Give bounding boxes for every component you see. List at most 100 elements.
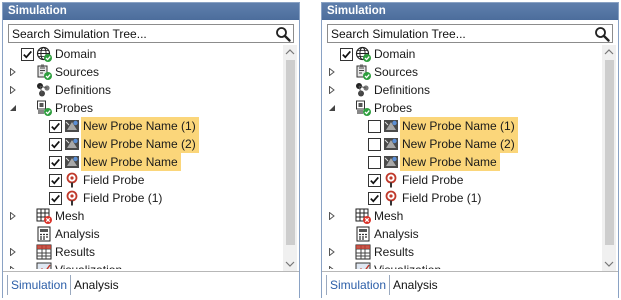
tree-item-label: Definitions bbox=[55, 83, 112, 97]
search-box[interactable] bbox=[327, 24, 613, 43]
collapse-arrow-icon[interactable] bbox=[328, 104, 336, 112]
expand-arrow-icon[interactable] bbox=[328, 86, 336, 94]
probes-icon bbox=[37, 100, 52, 116]
probe-icon bbox=[384, 138, 398, 150]
tree-item[interactable]: Mesh bbox=[324, 207, 602, 225]
tree-item[interactable]: Definitions bbox=[5, 81, 283, 99]
search-icon[interactable] bbox=[594, 26, 610, 42]
tree-item[interactable]: Visualization bbox=[324, 261, 602, 269]
scroll-up-icon[interactable] bbox=[283, 45, 297, 59]
panel-title: Simulation bbox=[3, 3, 299, 20]
tree-item-label: New Probe Name bbox=[81, 153, 181, 171]
tree-item[interactable]: Mesh bbox=[5, 207, 283, 225]
expand-arrow-icon[interactable] bbox=[328, 212, 336, 220]
scrollbar-thumb[interactable] bbox=[286, 60, 295, 245]
expand-arrow-icon[interactable] bbox=[9, 248, 17, 256]
probe-icon bbox=[384, 120, 398, 132]
checkbox[interactable] bbox=[21, 48, 34, 61]
globe-icon bbox=[36, 46, 52, 62]
expand-arrow-icon[interactable] bbox=[9, 266, 17, 269]
tab-analysis[interactable]: Analysis bbox=[390, 275, 441, 295]
tree-item[interactable]: New Probe Name (1) bbox=[324, 117, 602, 135]
tree-item[interactable]: Field Probe bbox=[5, 171, 283, 189]
vertical-scrollbar[interactable] bbox=[283, 45, 297, 271]
scrollbar-thumb[interactable] bbox=[605, 60, 614, 245]
tree-item-label: Sources bbox=[55, 65, 100, 79]
tree-item-label: Field Probe bbox=[83, 173, 145, 187]
tree-item-label: Field Probe bbox=[402, 173, 464, 187]
tree-item-label: Results bbox=[374, 245, 415, 259]
tree-item[interactable]: New Probe Name bbox=[324, 153, 602, 171]
tree-item[interactable]: Visualization bbox=[5, 261, 283, 269]
tree-item-label: Field Probe (1) bbox=[83, 191, 163, 205]
tab-simulation[interactable]: Simulation bbox=[7, 275, 72, 295]
tree-item[interactable]: Sources bbox=[324, 63, 602, 81]
expand-arrow-icon[interactable] bbox=[328, 248, 336, 256]
checkbox[interactable] bbox=[49, 156, 62, 169]
tree-item[interactable]: Domain bbox=[5, 45, 283, 63]
checkbox[interactable] bbox=[49, 174, 62, 187]
tree-item[interactable]: Definitions bbox=[324, 81, 602, 99]
expand-arrow-icon[interactable] bbox=[9, 212, 17, 220]
probe-icon bbox=[65, 138, 79, 150]
checkbox[interactable] bbox=[368, 138, 381, 151]
tree-item[interactable]: Domain bbox=[324, 45, 602, 63]
tree-item-label: Domain bbox=[374, 47, 416, 61]
simulation-panel-right: Simulation Domain Sources Definitions Probe… bbox=[321, 2, 619, 298]
scroll-up-icon[interactable] bbox=[602, 45, 616, 59]
tree-item[interactable]: New Probe Name (1) bbox=[5, 117, 283, 135]
tree-item[interactable]: Results bbox=[324, 243, 602, 261]
tree-item-label: Probes bbox=[374, 101, 413, 115]
tree-item[interactable]: New Probe Name (2) bbox=[5, 135, 283, 153]
tree-item[interactable]: Probes bbox=[324, 99, 602, 117]
results-icon bbox=[36, 244, 52, 260]
tree-item[interactable]: Field Probe (1) bbox=[324, 189, 602, 207]
tree-item[interactable]: Field Probe (1) bbox=[5, 189, 283, 207]
analysis-icon bbox=[356, 226, 370, 242]
visualization-icon bbox=[36, 262, 52, 269]
tree-item[interactable]: Field Probe bbox=[324, 171, 602, 189]
checkbox[interactable] bbox=[368, 192, 381, 205]
tree-item-label: Analysis bbox=[374, 227, 419, 241]
collapse-arrow-icon[interactable] bbox=[9, 104, 17, 112]
scroll-down-icon[interactable] bbox=[283, 257, 297, 271]
search-box[interactable] bbox=[8, 24, 294, 43]
tree-item[interactable]: New Probe Name bbox=[5, 153, 283, 171]
checkbox[interactable] bbox=[49, 192, 62, 205]
simulation-tree: Domain Sources Definitions Probes New Probe … bbox=[324, 45, 602, 269]
checkbox[interactable] bbox=[368, 156, 381, 169]
mesh-error-icon bbox=[36, 208, 52, 224]
search-icon[interactable] bbox=[275, 26, 291, 42]
checkbox[interactable] bbox=[49, 120, 62, 133]
expand-arrow-icon[interactable] bbox=[328, 266, 336, 269]
tab-analysis[interactable]: Analysis bbox=[71, 275, 122, 295]
tree-item[interactable]: New Probe Name (2) bbox=[324, 135, 602, 153]
search-input[interactable] bbox=[328, 25, 581, 42]
globe-icon bbox=[355, 46, 371, 62]
simulation-tree: Domain Sources Definitions Probes New Probe … bbox=[5, 45, 283, 269]
tab-simulation[interactable]: Simulation bbox=[326, 275, 391, 295]
tree-item-label: Visualization bbox=[53, 261, 125, 269]
checkbox[interactable] bbox=[49, 138, 62, 151]
tree-item-label: Definitions bbox=[374, 83, 431, 97]
tree-item-label: Probes bbox=[55, 101, 94, 115]
probe-icon bbox=[65, 156, 79, 168]
checkbox[interactable] bbox=[340, 48, 353, 61]
bottom-tabs: Simulation Analysis bbox=[3, 271, 299, 298]
search-input[interactable] bbox=[9, 25, 262, 42]
expand-arrow-icon[interactable] bbox=[9, 86, 17, 94]
checkbox[interactable] bbox=[368, 174, 381, 187]
probe-icon bbox=[65, 120, 79, 132]
tree-item[interactable]: Analysis bbox=[5, 225, 283, 243]
tree-item[interactable]: Analysis bbox=[324, 225, 602, 243]
expand-arrow-icon[interactable] bbox=[328, 68, 336, 76]
checkbox[interactable] bbox=[368, 120, 381, 133]
tree-item[interactable]: Results bbox=[5, 243, 283, 261]
tree-item-label: Results bbox=[55, 245, 96, 259]
mesh-error-icon bbox=[355, 208, 371, 224]
tree-item[interactable]: Sources bbox=[5, 63, 283, 81]
tree-item[interactable]: Probes bbox=[5, 99, 283, 117]
scroll-down-icon[interactable] bbox=[602, 257, 616, 271]
vertical-scrollbar[interactable] bbox=[602, 45, 616, 271]
expand-arrow-icon[interactable] bbox=[9, 68, 17, 76]
